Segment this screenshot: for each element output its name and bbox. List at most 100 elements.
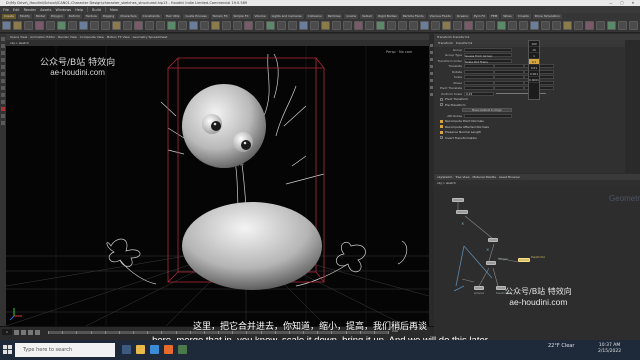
shelf-tool-icon[interactable] (552, 21, 561, 30)
camera-icon[interactable] (430, 72, 433, 75)
shelf-tool-icon[interactable] (211, 21, 220, 30)
workspace-menu[interactable]: Main (110, 8, 118, 12)
shelf-tool-icon[interactable] (563, 21, 572, 30)
recompute-point-normals-toggle[interactable] (440, 119, 443, 123)
translate-x[interactable] (464, 64, 494, 69)
shelf-tab[interactable]: Terrain FX (210, 13, 230, 19)
shelf-tab[interactable]: Vellum (360, 13, 375, 19)
edge-browser-icon[interactable] (150, 345, 159, 354)
shelf-tool-icon[interactable] (101, 21, 110, 30)
shelf-tool-icon[interactable] (464, 21, 473, 30)
node-sphere[interactable] (474, 286, 484, 290)
shelf-tool-icon[interactable] (79, 21, 88, 30)
shelf-tab[interactable]: Pyro FX (471, 13, 488, 19)
preserve-normal-length-toggle[interactable] (440, 130, 443, 134)
shelf-tool-icon[interactable] (607, 21, 616, 30)
shelf-tool-icon[interactable] (68, 21, 77, 30)
shelf-tab[interactable]: Constraints (140, 13, 162, 19)
shelf-tool-icon[interactable] (321, 21, 330, 30)
shelf-tab[interactable]: Lights and Cameras (269, 13, 304, 19)
taskbar-search-box[interactable]: Type here to search (15, 343, 115, 357)
shelf-tool-icon[interactable] (332, 21, 341, 30)
shelf-tool-icon[interactable] (156, 21, 165, 30)
viewport-label[interactable]: Persp · No cam (386, 50, 412, 54)
houdini-app-icon[interactable] (164, 345, 173, 354)
menu-assets[interactable]: Assets (40, 8, 51, 12)
shelf-tab[interactable]: Volume (252, 13, 268, 19)
tab-composite-view[interactable]: Composite View (80, 35, 104, 39)
shelf-tool-icon[interactable] (13, 21, 22, 30)
render-region-icon[interactable] (1, 114, 5, 118)
xform-order-select[interactable]: Scale Rot Trans (464, 58, 512, 64)
value-ladder[interactable]: 100 10 1 0.1 0.01 0.001 0.0001 (528, 40, 540, 100)
uniform-scale-field[interactable]: 0.25 (464, 91, 494, 96)
pose-tool-icon[interactable] (1, 72, 5, 76)
tab-animation-editor[interactable]: Animation Editor (30, 35, 55, 39)
shelf-tab[interactable]: Wires (501, 13, 514, 19)
shelf-tab[interactable]: Hair Utils (163, 13, 182, 19)
node-merge[interactable] (486, 261, 496, 265)
shelf-tool-icon[interactable] (255, 21, 264, 30)
wireframe-icon[interactable] (430, 58, 433, 61)
scale-tool-icon[interactable] (1, 58, 5, 62)
shelf-tool-icon[interactable] (288, 21, 297, 30)
shelf-tool-icon[interactable] (310, 21, 319, 30)
shelf-tool-icon[interactable] (46, 21, 55, 30)
shelf-tool-icon[interactable] (123, 21, 132, 30)
tab-network[interactable]: obj/sketch (437, 175, 452, 179)
scale-x[interactable] (464, 75, 494, 80)
shelf-tab[interactable]: Oceans (454, 13, 470, 19)
shelf-tool-icon[interactable] (519, 21, 528, 30)
shelf-tool-icon[interactable] (508, 21, 517, 30)
shelf-tab[interactable]: Guide Process (183, 13, 209, 19)
node-second[interactable] (456, 210, 468, 214)
shelf-tool-icon[interactable] (233, 21, 242, 30)
shelf-tool-icon[interactable] (90, 21, 99, 30)
shelf-tool-icon[interactable] (486, 21, 495, 30)
shear-x[interactable] (464, 80, 494, 85)
scene-viewport[interactable]: Persp · No cam (6, 46, 429, 326)
shelf-tool-icon[interactable] (618, 21, 627, 30)
record-tool-icon[interactable] (1, 107, 5, 111)
snap-tool-icon[interactable] (1, 93, 5, 97)
rotate-tool-icon[interactable] (1, 51, 5, 55)
shelf-tool-icon[interactable] (541, 21, 550, 30)
rotate-x[interactable] (464, 69, 494, 74)
shelf-tool-icon[interactable] (134, 21, 143, 30)
shelf-tab[interactable]: Grains (344, 13, 359, 19)
shelf-tool-icon[interactable] (376, 21, 385, 30)
shelf-tool-icon[interactable] (200, 21, 209, 30)
shelf-tool-icon[interactable] (222, 21, 231, 30)
shelf-tab[interactable]: FEM (489, 13, 500, 19)
pivot-xform-toggle[interactable] (440, 97, 443, 101)
shelf-tool-icon[interactable] (574, 21, 583, 30)
attributes-field[interactable] (464, 113, 512, 118)
tab-motion-fx-view[interactable]: Motion FX View (107, 35, 130, 39)
shelf-tab[interactable]: Particle Fluids (400, 13, 426, 19)
shelf-tool-icon[interactable] (585, 21, 594, 30)
shelf-tab[interactable]: Modify (17, 13, 32, 19)
recompute-affected-normals-toggle[interactable] (440, 125, 443, 129)
shelf-tab[interactable]: Collisions (305, 13, 324, 19)
file-explorer-icon[interactable] (136, 345, 145, 354)
shelf-tool-icon[interactable] (365, 21, 374, 30)
shelf-tool-icon[interactable] (453, 21, 462, 30)
view-tool-icon[interactable] (1, 86, 5, 90)
magnet-tool-icon[interactable] (1, 100, 5, 104)
shelf-tool-icon[interactable] (35, 21, 44, 30)
node-selected-transform[interactable] (518, 258, 530, 262)
move-tool-icon[interactable] (1, 44, 5, 48)
rotate-y[interactable] (494, 69, 524, 74)
shelf-tab[interactable]: Model (33, 13, 47, 19)
brush-tool-icon[interactable] (1, 79, 5, 83)
shelf-tab[interactable]: Drive Simulation (532, 13, 562, 19)
grid-icon[interactable] (430, 79, 433, 82)
tab-asset-browser[interactable]: Asset Browser (499, 175, 520, 179)
task-view-icon[interactable] (122, 345, 131, 354)
shading-icon[interactable] (430, 51, 433, 54)
menu-help[interactable]: Help (75, 8, 83, 12)
network-path[interactable]: obj > sketch (437, 181, 456, 185)
shelf-tab[interactable]: Polygon (48, 13, 65, 19)
scale-y[interactable] (494, 75, 524, 80)
network-editor[interactable]: Geometry · merge2 transform1 sphere1 tra… (434, 186, 640, 340)
